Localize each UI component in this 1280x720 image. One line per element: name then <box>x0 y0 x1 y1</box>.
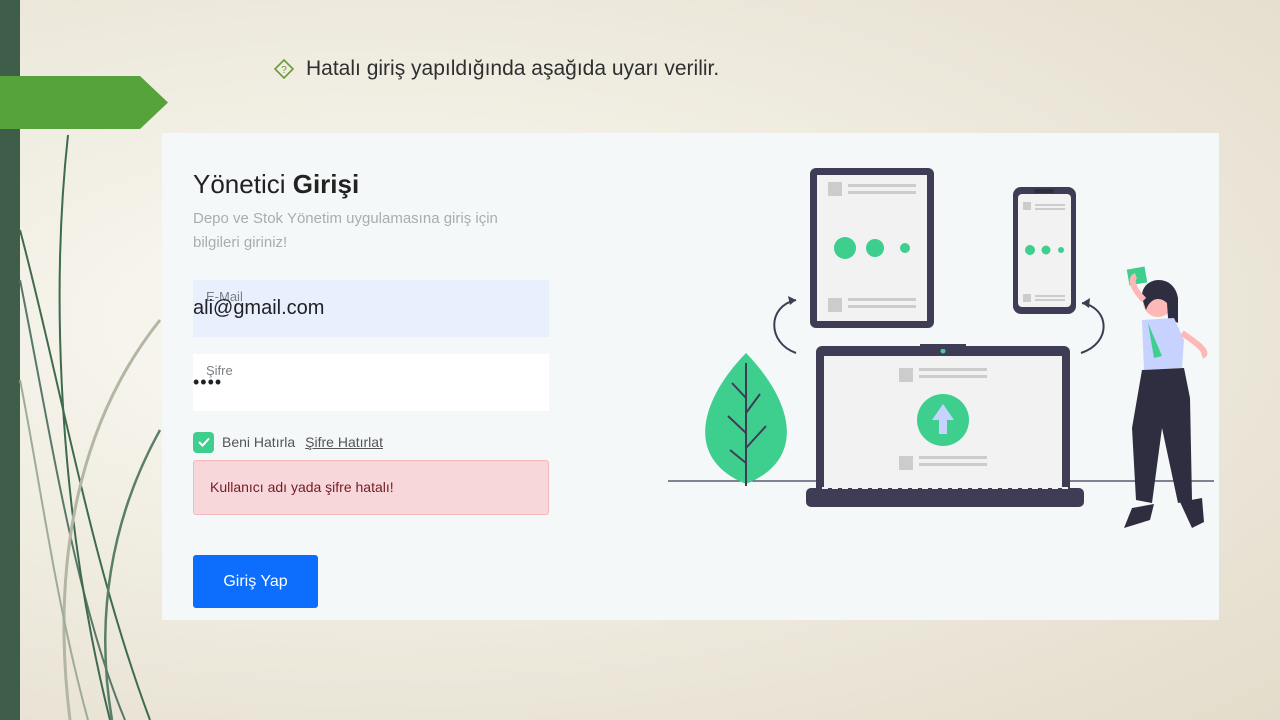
login-screenshot: Yönetici Girişi Depo ve Stok Yönetim uyg… <box>162 133 1219 620</box>
slide-heading: ? Hatalı giriş yapıldığında aşağıda uyar… <box>274 56 719 82</box>
password-value[interactable]: •••• <box>193 372 222 393</box>
login-subtitle: Depo ve Stok Yönetim uygulamasına giriş … <box>193 210 498 251</box>
password-field[interactable]: Şifre •••• <box>193 354 549 411</box>
leaf-icon <box>705 353 787 486</box>
login-title-bold: Girişi <box>292 169 360 199</box>
remember-label: Beni Hatırla <box>222 434 296 450</box>
error-alert: Kullanıcı adı yada şifre hatalı! <box>193 460 549 515</box>
remember-row: Beni Hatırla Şifre Hatırlat <box>193 431 383 453</box>
slide-heading-text: Hatalı giriş yapıldığında aşağıda uyarı … <box>306 57 720 80</box>
check-icon <box>197 437 210 447</box>
remember-checkbox[interactable] <box>193 431 214 453</box>
login-title-regular: Yönetici <box>193 169 293 199</box>
email-value[interactable]: ali@gmail.com <box>193 297 324 320</box>
slide-green-arrow <box>0 76 168 129</box>
login-illustration <box>668 168 1214 528</box>
svg-text:?: ? <box>281 65 287 76</box>
forgot-password-link[interactable]: Şifre Hatırlat <box>305 434 383 450</box>
diamond-question-icon: ? <box>274 59 294 79</box>
email-field[interactable]: E-Mail ali@gmail.com <box>193 280 549 337</box>
login-button[interactable]: Giriş Yap <box>193 555 318 608</box>
tablet-icon <box>810 168 934 328</box>
phone-icon <box>1013 187 1076 314</box>
woman-icon <box>1124 266 1208 528</box>
login-title: Yönetici Girişi <box>193 169 359 200</box>
laptop-icon <box>806 344 1084 507</box>
